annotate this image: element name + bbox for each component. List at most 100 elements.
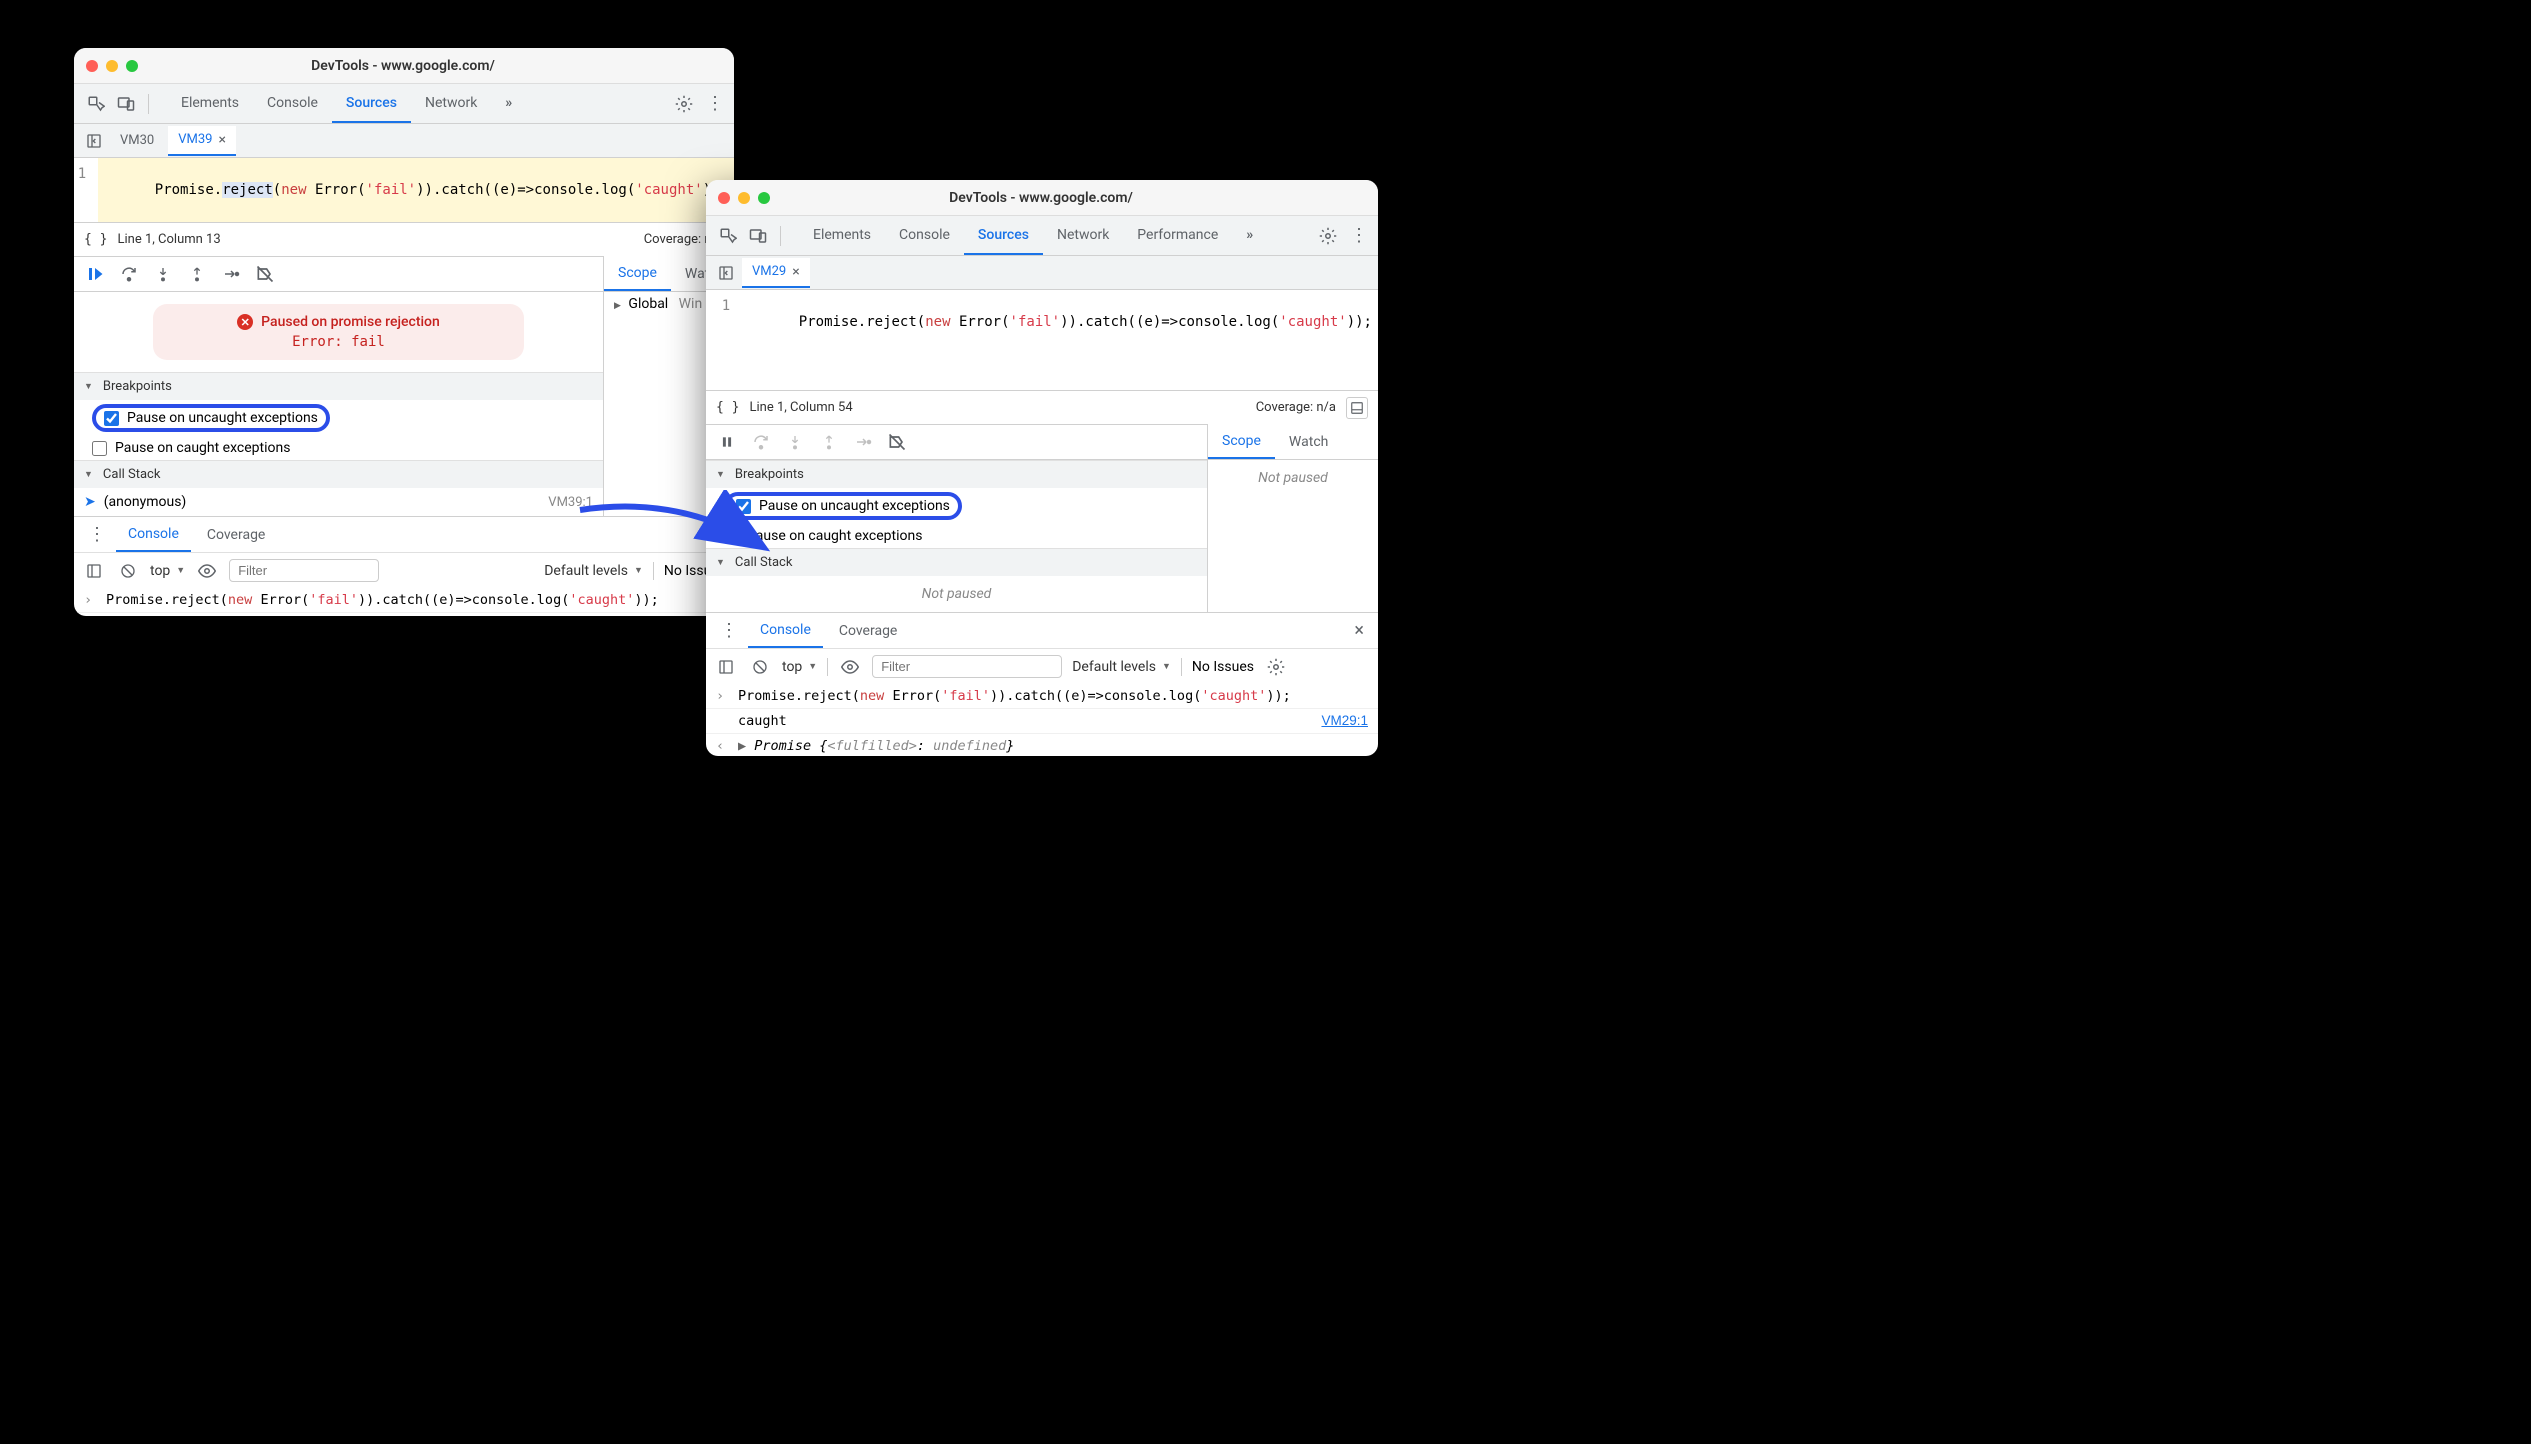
file-tab-vm39[interactable]: VM39 × <box>168 126 236 156</box>
breakpoints-section-header[interactable]: Breakpoints <box>74 372 603 400</box>
context-selector[interactable]: top <box>150 563 185 579</box>
issues-button[interactable]: No Issues <box>1192 659 1254 675</box>
pause-caught-checkbox[interactable] <box>92 441 107 456</box>
pause-caught-checkbox[interactable] <box>724 529 739 544</box>
inspect-element-icon[interactable] <box>84 92 108 116</box>
live-expression-eye-icon[interactable] <box>838 655 862 679</box>
step-out-icon[interactable] <box>186 263 208 285</box>
step-into-icon[interactable] <box>784 431 806 453</box>
tab-scope[interactable]: Scope <box>1208 425 1275 459</box>
drawer-tab-coverage[interactable]: Coverage <box>827 615 909 647</box>
deactivate-breakpoints-icon[interactable] <box>886 431 908 453</box>
step-icon[interactable] <box>852 431 874 453</box>
drawer-tab-console[interactable]: Console <box>116 518 191 552</box>
tab-scope[interactable]: Scope <box>604 257 671 291</box>
console-sidebar-toggle-icon[interactable] <box>714 655 738 679</box>
code-line: Promise.reject(new Error('fail')).catch(… <box>98 158 734 222</box>
tab-network[interactable]: Network <box>1043 217 1123 255</box>
console-prompt[interactable]: › <box>74 613 734 616</box>
inspect-element-icon[interactable] <box>716 224 740 248</box>
pause-uncaught-label: Pause on uncaught exceptions <box>127 410 318 426</box>
drawer-tabs: ⋮ Console Coverage <box>74 516 734 552</box>
more-tabs-chevron-icon[interactable]: » <box>1232 217 1267 255</box>
file-tab-vm29[interactable]: VM29 × <box>742 258 810 288</box>
input-chevron-icon: › <box>716 688 730 704</box>
settings-gear-icon[interactable] <box>672 92 696 116</box>
log-level-selector[interactable]: Default levels <box>544 563 643 579</box>
pause-uncaught-checkbox[interactable] <box>104 411 119 426</box>
settings-gear-icon[interactable] <box>1316 224 1340 248</box>
coverage-status: Coverage: n/a <box>1256 400 1336 415</box>
cursor-position: Line 1, Column 54 <box>749 400 852 415</box>
drawer-tab-coverage[interactable]: Coverage <box>195 519 277 551</box>
breakpoints-section-header[interactable]: Breakpoints <box>706 460 1207 488</box>
step-into-icon[interactable] <box>152 263 174 285</box>
current-frame-arrow-icon: ➤ <box>84 494 96 510</box>
pause-icon[interactable] <box>716 431 738 453</box>
breakpoint-caught-row: Pause on caught exceptions <box>74 436 603 460</box>
close-file-icon[interactable]: × <box>219 132 226 148</box>
navigator-toggle-icon[interactable] <box>82 129 106 153</box>
file-tab-vm30[interactable]: VM30 <box>110 127 164 154</box>
code-editor[interactable]: 1 Promise.reject(new Error('fail')).catc… <box>706 290 1378 354</box>
pause-reason: Paused on promise rejection <box>261 314 440 330</box>
more-options-kebab-icon[interactable]: ⋮ <box>706 93 724 114</box>
drawer-options-kebab-icon[interactable]: ⋮ <box>82 524 112 545</box>
pause-uncaught-checkbox[interactable] <box>736 499 751 514</box>
callstack-section-header[interactable]: Call Stack <box>706 548 1207 576</box>
log-level-selector[interactable]: Default levels <box>1072 659 1171 675</box>
deactivate-breakpoints-icon[interactable] <box>254 263 276 285</box>
devtools-window-notpaused: DevTools - www.google.com/ Elements Cons… <box>706 180 1378 756</box>
step-over-icon[interactable] <box>118 263 140 285</box>
live-expression-eye-icon[interactable] <box>195 559 219 583</box>
console-input-line: › Promise.reject(new Error('fail')).catc… <box>74 588 734 613</box>
drawer-close-icon[interactable]: × <box>1348 620 1370 641</box>
tab-console[interactable]: Console <box>885 217 964 255</box>
tab-network[interactable]: Network <box>411 85 491 123</box>
more-options-kebab-icon[interactable]: ⋮ <box>1350 225 1368 246</box>
clear-console-icon[interactable] <box>748 655 772 679</box>
code-editor[interactable]: 1 Promise.reject(new Error('fail')).catc… <box>74 158 734 222</box>
device-toolbar-icon[interactable] <box>746 224 770 248</box>
cursor-position: Line 1, Column 13 <box>117 232 220 247</box>
tab-sources[interactable]: Sources <box>332 85 411 123</box>
tab-elements[interactable]: Elements <box>799 217 885 255</box>
console-settings-gear-icon[interactable] <box>1264 655 1288 679</box>
tab-sources[interactable]: Sources <box>964 217 1043 255</box>
pause-message: ✕ Paused on promise rejection Error: fai… <box>153 304 523 360</box>
main-toolbar: Elements Console Sources Network Perform… <box>706 216 1378 256</box>
console-filter-input[interactable] <box>872 655 1062 678</box>
console-sidebar-toggle-icon[interactable] <box>82 559 106 583</box>
tab-watch[interactable]: Watch <box>1275 426 1342 458</box>
more-tabs-chevron-icon[interactable]: » <box>491 85 526 123</box>
callstack-frame[interactable]: ➤ (anonymous) VM39:1 <box>74 488 603 516</box>
pause-uncaught-label: Pause on uncaught exceptions <box>759 498 950 514</box>
toggle-sidebar-icon[interactable] <box>1346 397 1368 419</box>
callstack-section-header[interactable]: Call Stack <box>74 460 603 488</box>
highlight-annotation: Pause on uncaught exceptions <box>724 492 962 520</box>
navigator-toggle-icon[interactable] <box>714 261 738 285</box>
pause-error-detail: Error: fail <box>167 334 509 350</box>
tab-console[interactable]: Console <box>253 85 332 123</box>
panel-tabs: Elements Console Sources Network » <box>167 85 666 123</box>
drawer-options-kebab-icon[interactable]: ⋮ <box>714 620 744 641</box>
console-filter-input[interactable] <box>229 559 379 582</box>
close-file-icon[interactable]: × <box>792 264 799 280</box>
step-out-icon[interactable] <box>818 431 840 453</box>
drawer-tab-console[interactable]: Console <box>748 614 823 648</box>
resume-icon[interactable] <box>84 263 106 285</box>
tab-performance[interactable]: Performance <box>1123 217 1232 255</box>
file-tab-label: VM39 <box>178 132 212 147</box>
step-over-icon[interactable] <box>750 431 772 453</box>
clear-console-icon[interactable] <box>116 559 140 583</box>
pretty-print-icon[interactable]: { } <box>716 400 739 415</box>
log-source-link[interactable]: VM29:1 <box>1321 713 1368 728</box>
tab-elements[interactable]: Elements <box>167 85 253 123</box>
toolbar-right: ⋮ <box>672 92 724 116</box>
device-toolbar-icon[interactable] <box>114 92 138 116</box>
debugger-toolbar <box>74 256 603 292</box>
panel-tabs: Elements Console Sources Network Perform… <box>799 217 1310 255</box>
pretty-print-icon[interactable]: { } <box>84 232 107 247</box>
context-selector[interactable]: top <box>782 659 817 675</box>
step-icon[interactable] <box>220 263 242 285</box>
